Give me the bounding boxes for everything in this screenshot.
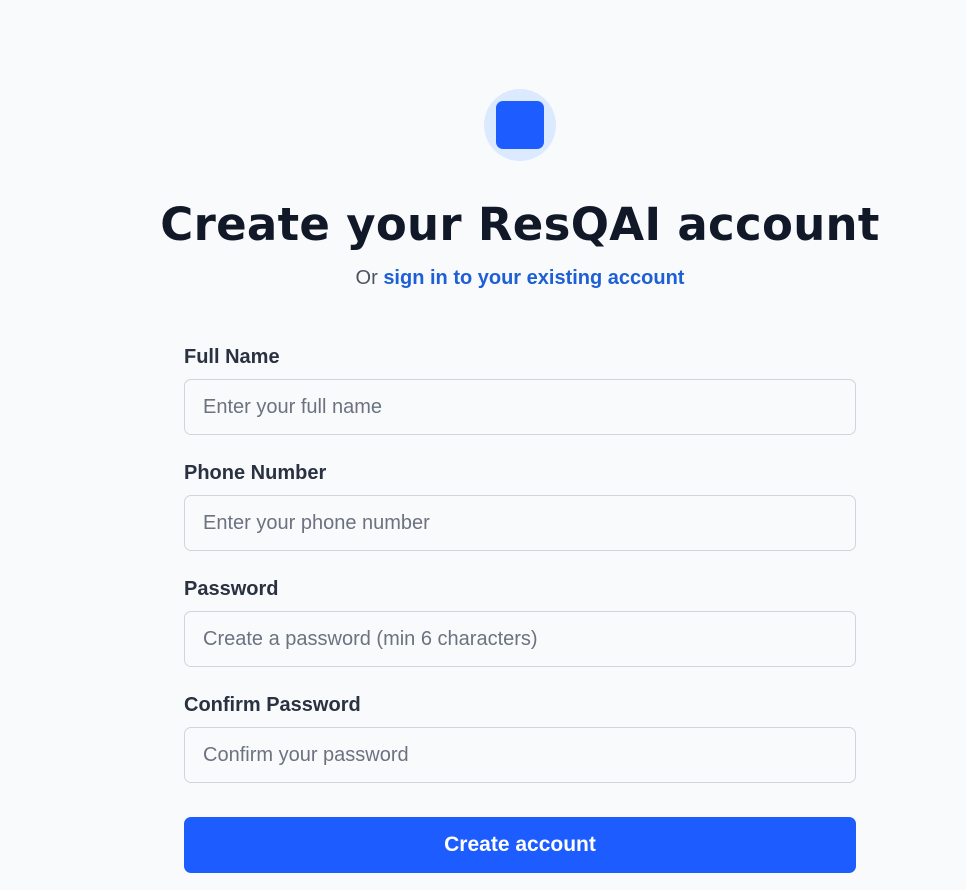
- phone-label: Phone Number: [184, 462, 327, 484]
- confirm-password-label: Confirm Password: [184, 694, 361, 716]
- full-name-field-group: Full Name: [184, 345, 856, 435]
- full-name-input[interactable]: [184, 379, 856, 435]
- confirm-password-field-group: Confirm Password: [184, 693, 856, 783]
- subtitle-prefix: Or: [355, 267, 384, 289]
- signup-page: Create your ResQAI account Or sign in to…: [0, 0, 966, 890]
- logo-square: [496, 101, 544, 149]
- subtitle: Or sign in to your existing account: [0, 267, 966, 290]
- phone-field-group: Phone Number: [184, 461, 856, 551]
- full-name-label: Full Name: [184, 346, 280, 368]
- confirm-password-input[interactable]: [184, 727, 856, 783]
- password-field-group: Password: [184, 577, 856, 667]
- create-account-button[interactable]: Create account: [184, 817, 856, 873]
- password-label: Password: [184, 578, 279, 600]
- password-input[interactable]: [184, 611, 856, 667]
- page-title: Create your ResQAI account: [160, 198, 880, 251]
- app-logo-icon: [484, 89, 556, 161]
- phone-input[interactable]: [184, 495, 856, 551]
- signin-link[interactable]: sign in to your existing account: [383, 267, 684, 289]
